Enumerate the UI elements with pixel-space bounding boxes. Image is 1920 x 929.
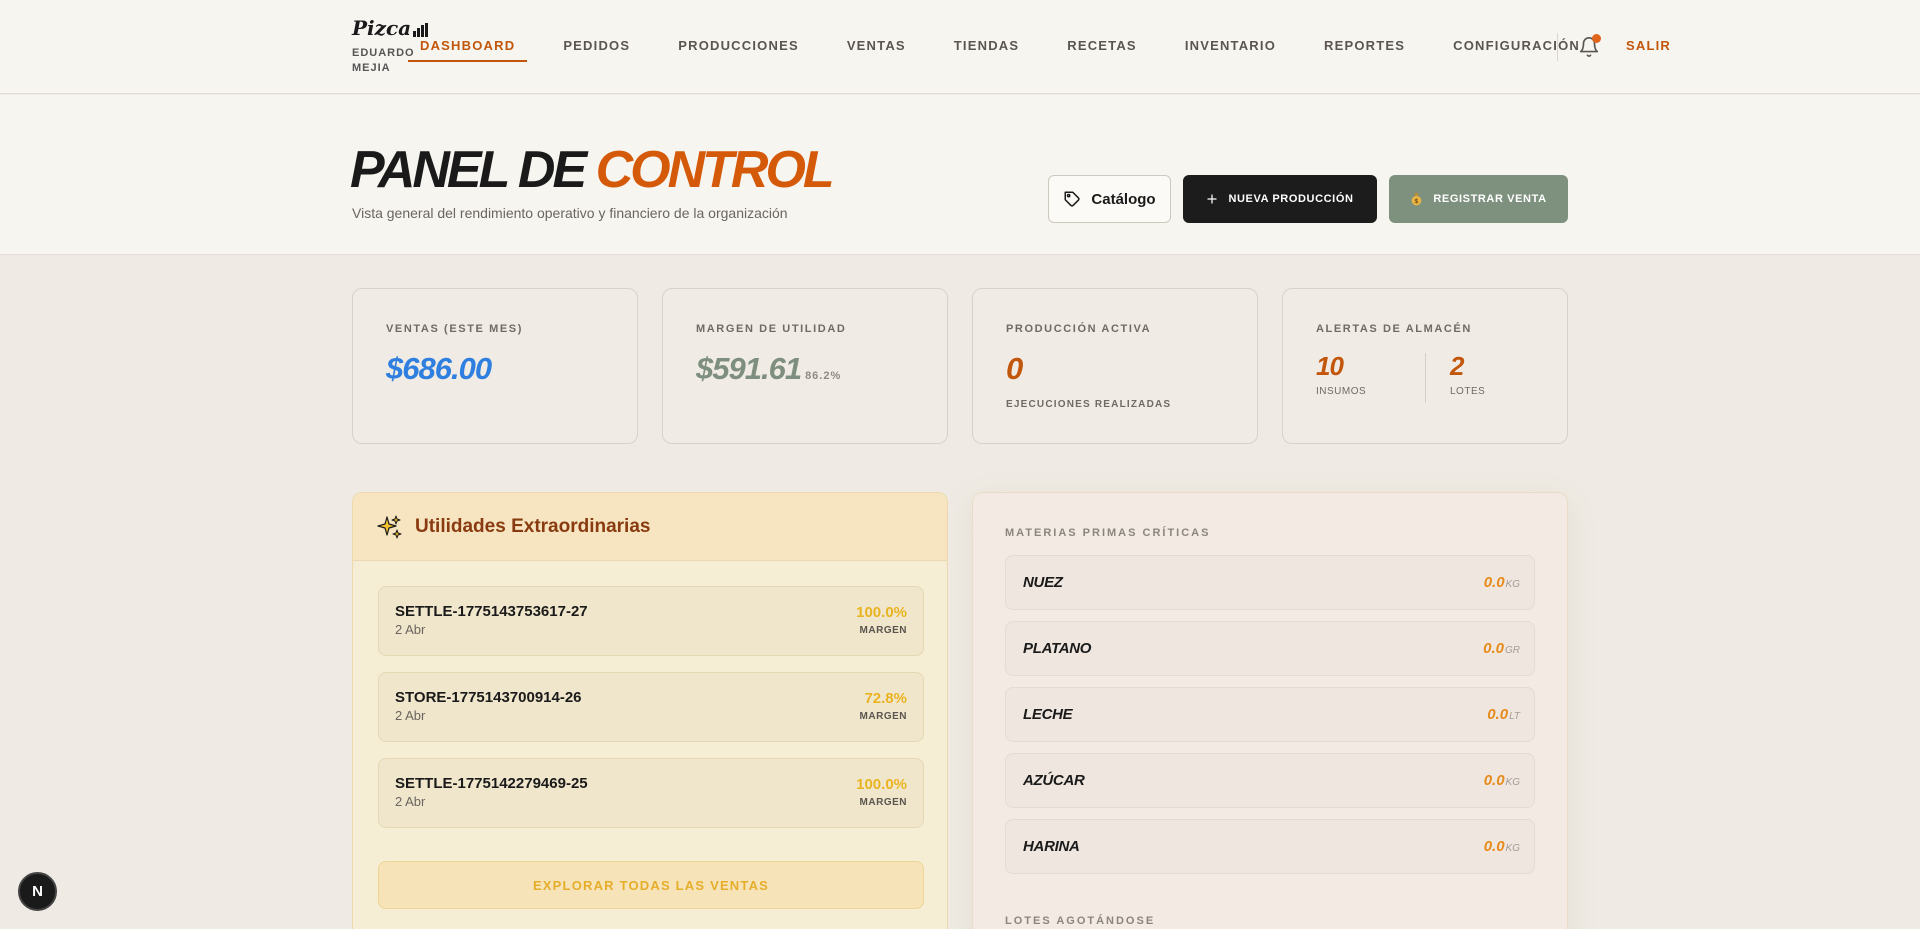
utility-row[interactable]: SETTLE-1775142279469-25 2 Abr 100.0% MAR…: [378, 758, 924, 828]
top-navbar: Pizca EDUARDO MEJIA DASHBOARD PEDIDOS PR…: [0, 0, 1920, 94]
kpi-card-margin: MARGEN DE UTILIDAD $591.61 86.2%: [662, 288, 948, 444]
floating-n-badge[interactable]: N: [18, 872, 57, 911]
kpi-production-value: 0: [1006, 351, 1023, 386]
nav-item-pedidos[interactable]: PEDIDOS: [551, 32, 642, 62]
materials-section-label: MATERIAS PRIMAS CRÍTICAS: [1005, 527, 1211, 539]
tag-icon: [1064, 191, 1081, 207]
kpi-card-sales: VENTAS (ESTE MES) $686.00: [352, 288, 638, 444]
brand[interactable]: Pizca EDUARDO MEJIA: [352, 16, 429, 76]
page-subtitle: Vista general del rendimiento operativo …: [352, 205, 788, 221]
register-sale-button[interactable]: $ REGISTRAR VENTA: [1389, 175, 1568, 223]
alerts-divider: [1425, 353, 1426, 403]
nav-item-recetas[interactable]: RECETAS: [1055, 32, 1149, 62]
kpi-margin-value: $591.61 86.2%: [696, 351, 842, 386]
nav-item-dashboard[interactable]: DASHBOARD: [408, 32, 528, 62]
nav-item-inventario[interactable]: INVENTARIO: [1173, 32, 1288, 62]
material-row[interactable]: PLATANO 0.0GR: [1005, 621, 1535, 676]
explore-sales-button[interactable]: EXPLORAR TODAS LAS VENTAS: [378, 861, 924, 909]
material-row[interactable]: NUEZ 0.0KG: [1005, 555, 1535, 610]
alert-lotes[interactable]: 2 LOTES: [1450, 351, 1485, 397]
plus-icon: [1207, 194, 1218, 204]
utilities-panel-header: Utilidades Extraordinarias: [353, 493, 947, 561]
material-row[interactable]: HARINA 0.0KG: [1005, 819, 1535, 874]
page-header: PANEL DE CONTROL Vista general del rendi…: [0, 95, 1920, 255]
nav-item-ventas[interactable]: VENTAS: [835, 32, 918, 62]
money-bag-icon: $: [1411, 193, 1422, 206]
nav-divider: [1557, 33, 1558, 61]
kpi-sales-value: $686.00: [386, 351, 492, 386]
user-name: EDUARDO MEJIA: [352, 47, 415, 74]
materials-panel: MATERIAS PRIMAS CRÍTICAS NUEZ 0.0KG PLAT…: [972, 492, 1568, 929]
utility-row[interactable]: SETTLE-1775143753617-27 2 Abr 100.0% MAR…: [378, 586, 924, 656]
nav-menu: DASHBOARD PEDIDOS PRODUCCIONES VENTAS TI…: [408, 32, 1616, 62]
sparkles-icon: [377, 515, 402, 538]
kpi-margin-percent: 86.2%: [805, 370, 842, 382]
page-title: PANEL DE CONTROL: [350, 141, 835, 199]
kpi-production-note: EJECUCIONES REALIZADAS: [1006, 399, 1172, 410]
logout-button[interactable]: SALIR: [1626, 38, 1671, 53]
nav-item-tiendas[interactable]: TIENDAS: [942, 32, 1031, 62]
alert-insumos[interactable]: 10 INSUMOS: [1316, 351, 1366, 397]
svg-text:$: $: [1415, 199, 1419, 205]
nav-item-reportes[interactable]: REPORTES: [1312, 32, 1417, 62]
utility-row[interactable]: STORE-1775143700914-26 2 Abr 72.8% MARGE…: [378, 672, 924, 742]
nav-item-configuracion[interactable]: CONFIGURACIÓN: [1441, 32, 1592, 62]
utilities-panel: Utilidades Extraordinarias SETTLE-177514…: [352, 492, 948, 929]
utilities-title: Utilidades Extraordinarias: [415, 515, 651, 537]
kpi-card-alerts: ALERTAS DE ALMACÉN 10 INSUMOS 2 LOTES: [1282, 288, 1568, 444]
lots-section-label: LOTES AGOTÁNDOSE: [1005, 915, 1156, 927]
nav-item-producciones[interactable]: PRODUCCIONES: [666, 32, 811, 62]
notifications-button[interactable]: [1578, 34, 1601, 58]
new-production-button[interactable]: NUEVA PRODUCCIÓN: [1183, 175, 1377, 223]
material-row[interactable]: LECHE 0.0LT: [1005, 687, 1535, 742]
brand-logo: Pizca: [352, 16, 429, 40]
catalog-button[interactable]: Catálogo: [1048, 175, 1171, 223]
kpi-card-production: PRODUCCIÓN ACTIVA 0 EJECUCIONES REALIZAD…: [972, 288, 1258, 444]
material-row[interactable]: AZÚCAR 0.0KG: [1005, 753, 1535, 808]
notification-dot: [1592, 34, 1601, 43]
